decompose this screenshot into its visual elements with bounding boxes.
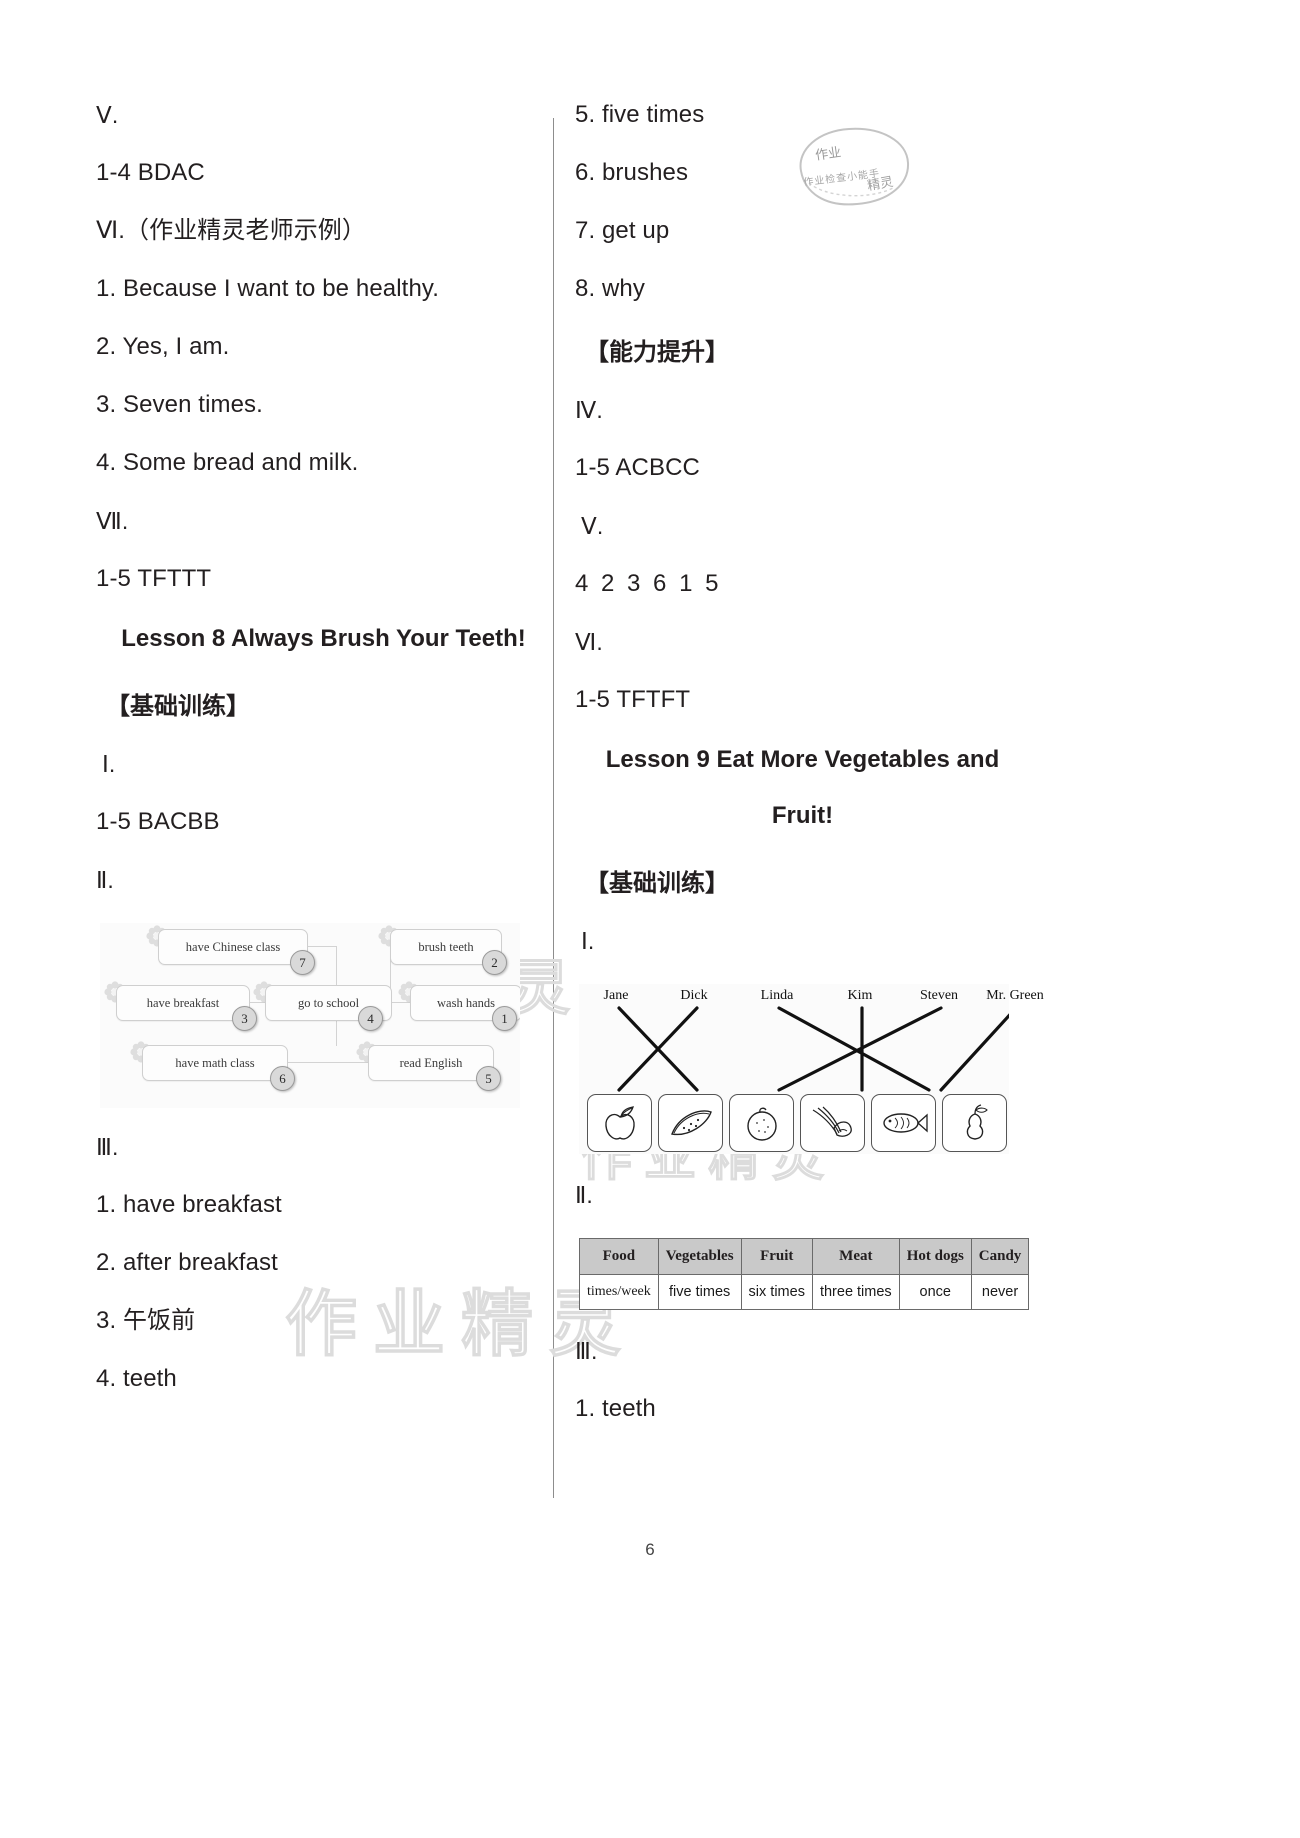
food-card-apple (587, 1094, 652, 1152)
name-food-matching-diagram: Jane Dick Linda Kim Steven Mr. Green (579, 984, 1044, 1154)
section-3-item-7: 7. get up (575, 217, 670, 244)
flow-box-label: have breakfast (146, 995, 220, 1010)
food-card-pear (942, 1094, 1007, 1152)
section-1-answer: 1-5 BACBB (96, 808, 220, 835)
answer-key-page: 作业精灵 作业精灵 作业精灵 作业 作业检查小能手 精灵 Ⅴ. 1-4 BDAC… (0, 0, 1300, 1838)
section-3-item-1: 1. have breakfast (96, 1191, 282, 1218)
basic-training-heading-left: 【基础训练】 (106, 693, 250, 720)
flow-box-number: 5 (476, 1066, 501, 1091)
flow-box-number: 6 (270, 1066, 295, 1091)
lesson-9-heading-line2: Fruit! (771, 802, 834, 829)
section-1-label-right: Ⅰ. (581, 928, 595, 954)
daily-routine-flow-chart: have Chinese class 7 brush teeth 2 have … (100, 923, 520, 1108)
table-cell: five times (657, 1274, 742, 1310)
table-cell: never (970, 1274, 1030, 1310)
page-number: 6 (645, 1540, 655, 1559)
table-cell: three times (811, 1274, 900, 1310)
section-6-label-right: Ⅵ. (575, 629, 603, 655)
table-header-cell: Vegetables (657, 1238, 742, 1275)
table-header-cell: Candy (970, 1238, 1030, 1275)
flow-box-number: 2 (482, 950, 507, 975)
section-2-label: Ⅱ. (96, 867, 114, 893)
section-5-answer: 1-4 BDAC (96, 159, 205, 186)
section-3-item-3: 3. 午饭前 (96, 1307, 196, 1334)
section-6-answer-right: 1-5 TFTFT (575, 686, 691, 713)
section-6-item-3: 3. Seven times. (96, 391, 263, 418)
section-3-item-1-right: 1. teeth (575, 1395, 656, 1422)
flow-box-label: wash hands (437, 995, 495, 1010)
basic-training-heading-right: 【基础训练】 (585, 870, 729, 897)
lesson-8-heading: Lesson 8 Always Brush Your Teeth! (121, 625, 526, 652)
table-cell: six times (740, 1274, 813, 1310)
section-6-item-1: 1. Because I want to be healthy. (96, 275, 439, 302)
section-6-item-2: 2. Yes, I am. (96, 333, 230, 360)
flow-box-label: brush teeth (418, 939, 474, 954)
food-frequency-table: Food Vegetables Fruit Meat Hot dogs Cand… (579, 1238, 1030, 1310)
food-card-vegetables (800, 1094, 865, 1152)
food-card-orange (729, 1094, 794, 1152)
ability-improvement-heading: 【能力提升】 (585, 339, 729, 366)
left-column: Ⅴ. 1-4 BDAC Ⅵ.（作业精灵老师示例） 1. Because I wa… (96, 100, 551, 1422)
food-card-watermelon (658, 1094, 723, 1152)
flow-box-number: 3 (232, 1006, 257, 1031)
lesson-9-heading-line1: Lesson 9 Eat More Vegetables and (605, 746, 1000, 773)
section-6-item-4: 4. Some bread and milk. (96, 449, 359, 476)
flow-link (305, 946, 337, 947)
section-3-label-right: Ⅲ. (575, 1338, 598, 1364)
table-header-cell: Fruit (740, 1238, 813, 1275)
flow-box: have math class (142, 1045, 288, 1081)
section-3-item-2: 2. after breakfast (96, 1249, 278, 1276)
table-row: times/week five times six times three ti… (579, 1274, 1030, 1310)
section-3-item-8: 8. why (575, 275, 645, 302)
flow-box-number: 7 (290, 950, 315, 975)
section-2-label-right: Ⅱ. (575, 1182, 593, 1208)
table-header-cell: Food (579, 1238, 659, 1275)
section-4-answer: 1-5 ACBCC (575, 454, 700, 481)
section-6-label: Ⅵ.（作业精灵老师示例） (96, 217, 367, 244)
section-3-item-4: 4. teeth (96, 1365, 177, 1392)
flow-box-number: 4 (358, 1006, 383, 1031)
flow-box-label: have Chinese class (185, 939, 281, 954)
section-1-label: Ⅰ. (102, 751, 116, 777)
section-3-item-6: 6. brushes (575, 159, 689, 186)
section-7-answer: 1-5 TFTTT (96, 565, 212, 592)
section-5-label: Ⅴ. (96, 102, 119, 128)
section-7-label: Ⅶ. (96, 508, 129, 534)
flow-box: read English (368, 1045, 494, 1081)
flow-box-number: 1 (492, 1006, 517, 1031)
table-header-row: Food Vegetables Fruit Meat Hot dogs Cand… (579, 1238, 1030, 1275)
food-card-fish (871, 1094, 936, 1152)
flow-box: have breakfast (116, 985, 250, 1021)
section-5-label-right: Ⅴ. (581, 513, 604, 539)
table-cell: once (898, 1274, 972, 1310)
table-header-cell: Hot dogs (898, 1238, 972, 1275)
column-divider (553, 118, 554, 1498)
flow-box-label: read English (399, 1055, 463, 1070)
section-5-answer-right: 4 2 3 6 1 5 (575, 570, 722, 597)
section-4-label: Ⅳ. (575, 397, 603, 423)
section-3-label: Ⅲ. (96, 1134, 119, 1160)
flow-box-label: go to school (297, 995, 360, 1010)
table-cell: times/week (579, 1274, 659, 1310)
right-column: 5. five times 6. brushes 7. get up 8. wh… (575, 100, 1044, 1452)
table-header-cell: Meat (811, 1238, 900, 1275)
section-3-item-5: 5. five times (575, 101, 705, 128)
flow-box: have Chinese class (158, 929, 308, 965)
flow-box-label: have math class (175, 1055, 255, 1070)
